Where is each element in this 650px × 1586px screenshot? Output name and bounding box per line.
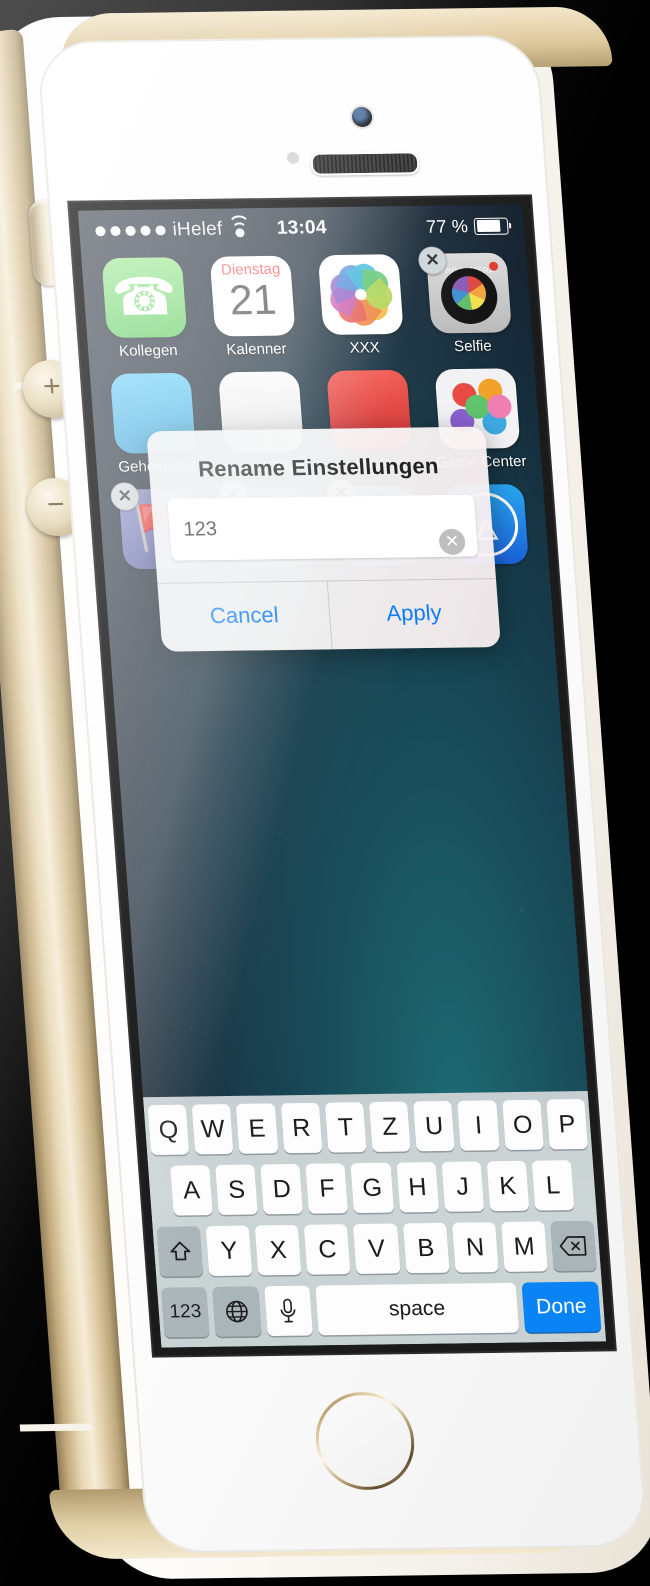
rename-input-value: 123 (182, 517, 218, 541)
key-u[interactable]: U (413, 1100, 456, 1152)
front-camera-icon (351, 106, 373, 128)
key-j[interactable]: J (441, 1161, 485, 1212)
keyboard-row-4: 123 space Done (160, 1281, 602, 1338)
globe-icon (225, 1300, 248, 1323)
iphone-device: + − iHelef 13:04 77 % ☎ Kollegen Diensta… (0, 0, 650, 1586)
microphone-icon (280, 1298, 296, 1323)
space-key[interactable]: space (314, 1282, 520, 1336)
key-q[interactable]: Q (147, 1104, 190, 1156)
delete-app-badge-icon[interactable]: ✕ (109, 482, 140, 511)
dialog-title: Rename Einstellungen (197, 453, 440, 482)
cancel-button[interactable]: Cancel (157, 582, 331, 652)
microphone-key[interactable] (263, 1285, 313, 1337)
key-y[interactable]: Y (205, 1225, 253, 1277)
keyboard-row-1: QWERTZUIOP (147, 1099, 588, 1156)
key-r[interactable]: R (280, 1102, 323, 1154)
key-i[interactable]: I (457, 1100, 500, 1151)
app-label: Selfie (453, 337, 493, 356)
key-a[interactable]: A (170, 1165, 213, 1216)
phone-icon[interactable]: ☎ (101, 257, 188, 339)
key-d[interactable]: D (260, 1163, 304, 1215)
key-c[interactable]: C (304, 1224, 351, 1275)
numeric-key[interactable]: 123 (160, 1287, 210, 1338)
keyboard-row-3: YXCVBNM (156, 1220, 597, 1277)
rename-input-field[interactable]: 123 ✕ (167, 494, 479, 561)
calendar-icon[interactable]: Dienstag 21 (209, 255, 296, 337)
key-b[interactable]: B (402, 1222, 450, 1274)
app-selfie[interactable]: ✕ PROCAMERA Selfie (417, 246, 520, 356)
key-w[interactable]: W (191, 1104, 234, 1155)
phone-screen: iHelef 13:04 77 % ☎ Kollegen Dienstag 21… (77, 204, 607, 1348)
key-e[interactable]: E (236, 1103, 279, 1154)
app-label: Kollegen (118, 342, 179, 360)
earpiece-speaker (310, 151, 420, 176)
proximity-sensor-icon (286, 151, 300, 165)
status-bar: iHelef 13:04 77 % (78, 204, 526, 252)
done-key[interactable]: Done (521, 1281, 602, 1333)
keyboard-row-2: ASDFGHJKL (152, 1160, 592, 1216)
key-g[interactable]: G (350, 1162, 394, 1214)
on-screen-keyboard: QWERTZUIOP ASDFGHJKL YXCVBNM 123 space D… (142, 1091, 607, 1348)
key-m[interactable]: M (500, 1221, 548, 1272)
antenna-line-bottom (19, 1423, 93, 1432)
key-k[interactable]: K (486, 1160, 530, 1212)
key-p[interactable]: P (546, 1099, 588, 1150)
delete-app-badge-icon[interactable]: ✕ (417, 246, 448, 275)
key-s[interactable]: S (215, 1164, 259, 1215)
key-v[interactable]: V (353, 1223, 401, 1274)
battery-icon (473, 217, 509, 235)
apply-button[interactable]: Apply (326, 579, 501, 650)
wifi-icon (227, 215, 252, 238)
app-kollegen[interactable]: ☎ Kollegen (95, 257, 195, 360)
app-xxx[interactable]: XXX (312, 254, 412, 357)
rename-dialog: Rename Einstellungen 123 ✕ Cancel Apply (146, 426, 501, 652)
battery-percent-label: 77 % (425, 215, 469, 237)
carrier-name: iHelef (171, 218, 224, 241)
record-dot-icon (488, 261, 499, 271)
signal-strength-icon (95, 225, 166, 237)
screenshot-stage: + − iHelef 13:04 77 % ☎ Kollegen Diensta… (0, 0, 650, 1586)
shift-icon (170, 1241, 190, 1261)
key-f[interactable]: F (305, 1163, 349, 1214)
calendar-day: 21 (227, 275, 278, 324)
app-kalenner[interactable]: Dienstag 21 Kalenner (204, 255, 304, 359)
app-label: Kalenner (225, 340, 288, 359)
key-x[interactable]: X (254, 1224, 302, 1276)
app-row-1: ☎ Kollegen Dienstag 21 Kalenner XXX ✕ Se… (95, 246, 520, 360)
key-o[interactable]: O (501, 1099, 544, 1151)
app-label: XXX (349, 339, 381, 357)
globe-key[interactable] (212, 1286, 262, 1337)
key-n[interactable]: N (451, 1222, 499, 1273)
photos-icon[interactable] (317, 254, 404, 335)
key-l[interactable]: L (531, 1160, 575, 1211)
key-h[interactable]: H (396, 1162, 439, 1213)
key-t[interactable]: T (324, 1102, 367, 1153)
shift-key[interactable] (156, 1226, 204, 1277)
backspace-key[interactable] (550, 1220, 597, 1272)
key-z[interactable]: Z (368, 1101, 411, 1152)
backspace-icon (560, 1235, 587, 1256)
